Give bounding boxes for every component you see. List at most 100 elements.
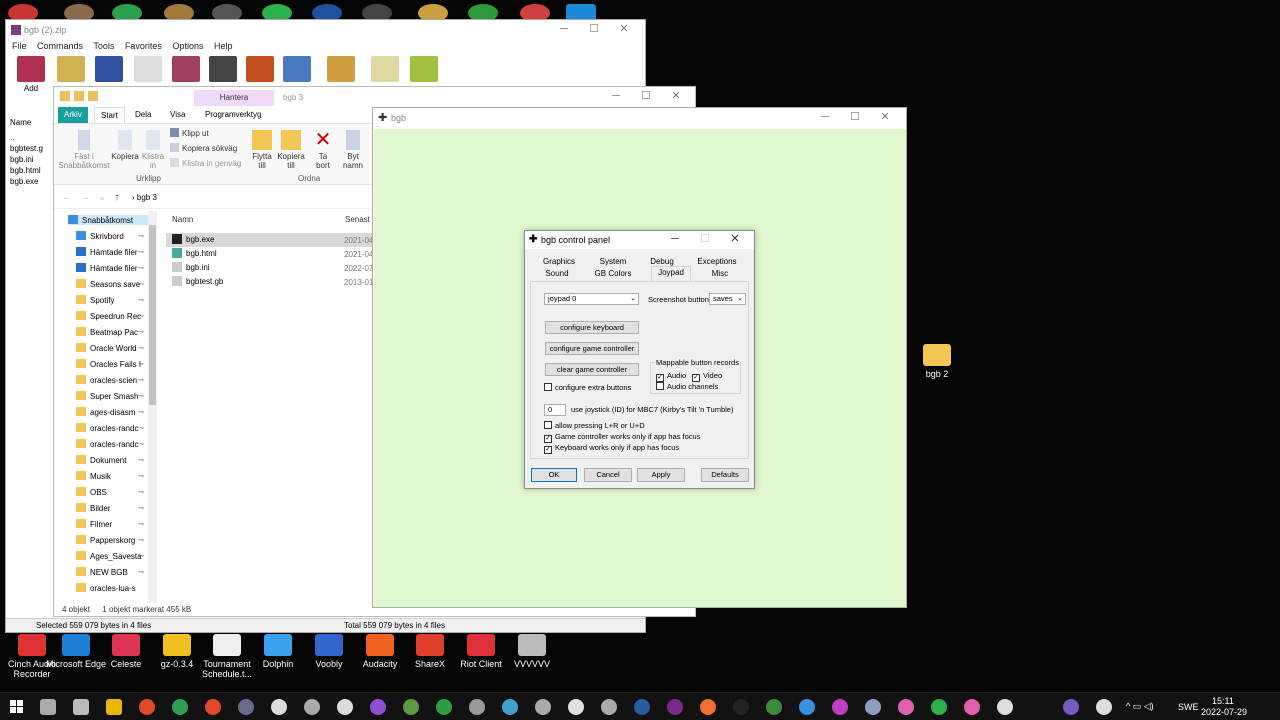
taskbar-app-icon[interactable] (865, 699, 881, 715)
wizard-button[interactable] (243, 56, 277, 84)
clear-game-controller-button[interactable]: clear game controller (545, 363, 639, 376)
taskbar-app-icon[interactable] (997, 699, 1013, 715)
pin-icon[interactable]: ⊸ (138, 456, 144, 464)
nav-item[interactable]: Dokument (76, 455, 156, 465)
maximize-icon[interactable]: ☐ (840, 110, 870, 123)
menu-tools[interactable]: Tools (93, 41, 114, 51)
pin-icon[interactable]: ⊸ (138, 280, 144, 288)
close-icon[interactable]: ✕ (720, 232, 750, 245)
column-header-name[interactable]: Name (6, 117, 54, 128)
file-row[interactable]: bgb.html (6, 165, 54, 176)
language-indicator[interactable]: SWE (1178, 702, 1199, 712)
file-row[interactable]: .. (6, 132, 54, 143)
allow-lr-checkbox[interactable]: allow pressing L+R or U+D (544, 421, 645, 430)
sfx-button[interactable] (407, 56, 441, 84)
pin-icon[interactable]: ⊸ (138, 232, 144, 240)
pin-icon[interactable]: ⊸ (138, 568, 144, 576)
folder-icon[interactable] (60, 91, 70, 101)
paste-button[interactable]: Klistra in (140, 130, 166, 170)
comment-button[interactable] (368, 56, 402, 84)
rename-button[interactable]: Byt namn (340, 130, 366, 170)
taskbar-app-icon[interactable] (337, 699, 353, 715)
taskbar-app-icon[interactable] (436, 699, 452, 715)
file-row[interactable]: bgb.exe (6, 176, 54, 187)
taskbar-app-icon[interactable] (403, 699, 419, 715)
taskbar-app-icon[interactable] (370, 699, 386, 715)
dialog-title-bar[interactable]: ✚ bgb control panel ─ ☐ ✕ (525, 231, 754, 249)
cut-button[interactable]: Klipp ut (170, 128, 209, 138)
pin-icon[interactable]: ⊸ (138, 552, 144, 560)
screenshot-select[interactable]: saves ⌄ (709, 293, 746, 305)
clock-date[interactable]: 2022-07-29 (1201, 707, 1247, 717)
nav-item[interactable]: ages-disasm (76, 407, 156, 417)
context-tab-hantera[interactable]: Hantera (194, 90, 274, 106)
control-panel-dialog[interactable]: ✚ bgb control panel ─ ☐ ✕ Graphics System … (524, 230, 755, 489)
taskbar-app-icon[interactable] (1096, 699, 1112, 715)
taskbar-app-icon[interactable] (502, 699, 518, 715)
taskbar-app-icon[interactable] (931, 699, 947, 715)
desktop-icon[interactable]: VVVVVV (500, 634, 564, 669)
close-icon[interactable]: ✕ (661, 89, 691, 102)
delete-button[interactable] (169, 56, 203, 84)
tab-system[interactable]: System (593, 257, 633, 266)
find-button[interactable] (206, 56, 240, 84)
properties-icon[interactable] (74, 91, 84, 101)
configure-game-controller-button[interactable]: configure game controller (545, 342, 639, 355)
clock-time[interactable]: 15:11 (1212, 696, 1234, 706)
scrollbar[interactable] (148, 211, 157, 603)
configure-keyboard-button[interactable]: configure keyboard (545, 321, 639, 334)
new-folder-icon[interactable] (88, 91, 98, 101)
nav-item[interactable]: Musik (76, 471, 156, 481)
nav-item[interactable]: oracles-lua-s (76, 583, 156, 593)
title-bar[interactable]: ✚ bgb ─ ☐ ✕ (373, 108, 906, 128)
tab-sound[interactable]: Sound (539, 269, 575, 278)
configure-extra-buttons-checkbox[interactable]: configure extra buttons (544, 383, 631, 392)
taskbar-app-icon[interactable] (205, 699, 221, 715)
menu-commands[interactable]: Commands (37, 41, 83, 51)
pin-icon[interactable]: ⊸ (138, 440, 144, 448)
taskbar-app-icon[interactable] (832, 699, 848, 715)
nav-item[interactable]: Filmer (76, 519, 156, 529)
taskbar-app-icon[interactable] (469, 699, 485, 715)
move-to-button[interactable]: Flytta till (248, 130, 276, 170)
nav-item[interactable]: Beatmap Pac (76, 327, 156, 337)
tab-start[interactable]: Start (94, 107, 125, 123)
pin-icon[interactable]: ⊸ (138, 360, 144, 368)
scrollbar-thumb[interactable] (149, 225, 156, 405)
pin-icon[interactable]: ⊸ (138, 264, 144, 272)
taskbar-app-icon[interactable] (799, 699, 815, 715)
nav-item[interactable]: NEW BGB (76, 567, 156, 577)
nav-item[interactable]: OBS (76, 487, 156, 497)
delete-button[interactable]: ✕ Ta bort (311, 130, 335, 170)
taskbar-app-icon[interactable] (568, 699, 584, 715)
pin-icon[interactable]: ⊸ (138, 472, 144, 480)
tab-gb-colors[interactable]: GB Colors (591, 269, 635, 278)
cancel-button[interactable]: Cancel (584, 468, 632, 482)
minimize-icon[interactable]: ─ (549, 23, 579, 35)
tab-misc[interactable]: Misc (705, 269, 735, 278)
taskbar-app-icon[interactable] (139, 699, 155, 715)
nav-item[interactable]: Snabbåtkomst (68, 215, 152, 225)
nav-item[interactable]: Hämtade filer (76, 247, 156, 257)
maximize-icon[interactable]: ☐ (579, 22, 609, 35)
pin-icon[interactable]: ⊸ (138, 504, 144, 512)
taskbar-app-icon[interactable] (73, 699, 89, 715)
minimize-icon[interactable]: ─ (810, 111, 840, 123)
tab-programverktyg[interactable]: Programverktyg (199, 107, 267, 123)
minimize-icon[interactable]: ─ (601, 90, 631, 102)
pin-icon[interactable]: ⊸ (138, 536, 144, 544)
minimize-icon[interactable]: ─ (660, 233, 690, 245)
desktop-icon-bgb2[interactable]: bgb 2 (905, 344, 969, 379)
taskbar-app-icon[interactable] (535, 699, 551, 715)
tab-arkiv[interactable]: Arkiv (58, 107, 88, 123)
nav-item[interactable]: Bilder (76, 503, 156, 513)
pin-icon[interactable]: ⊸ (138, 376, 144, 384)
keyboard-focus-checkbox[interactable]: ✓ Keyboard works only if app has focus (544, 443, 679, 454)
pin-icon[interactable]: ⊸ (138, 344, 144, 352)
taskbar-app-icon[interactable] (1030, 699, 1046, 715)
defaults-button[interactable]: Defaults (701, 468, 749, 482)
taskbar-app-icon[interactable] (601, 699, 617, 715)
maximize-icon[interactable]: ☐ (631, 89, 661, 102)
tab-graphics[interactable]: Graphics (539, 257, 579, 266)
joystick-id-input[interactable]: 0 (544, 404, 566, 416)
